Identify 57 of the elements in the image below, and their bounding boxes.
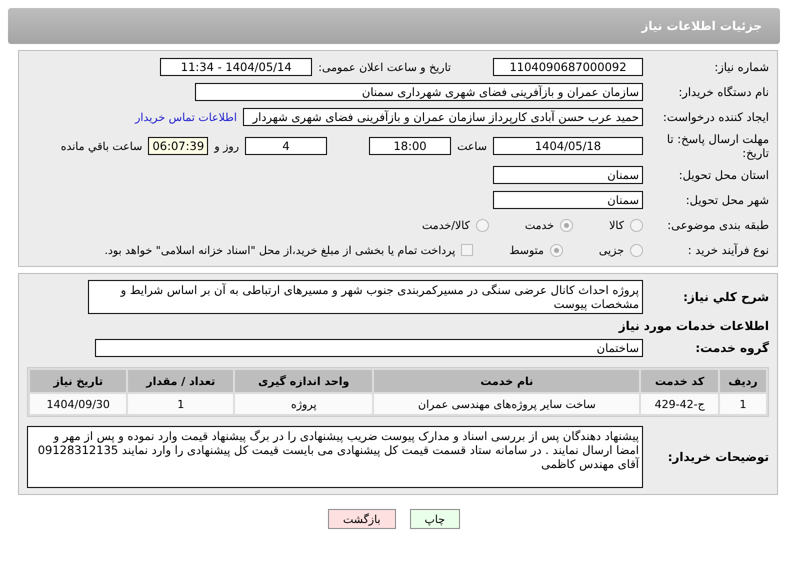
buyer-org-field: سازمان عمران و بازآفرینی فضای شهری شهرداری سمنان [195,83,643,101]
option-label: متوسط [509,244,544,256]
service-group-field: ساختمان [95,339,643,357]
field-label: تاریخ و ساعت اعلان عمومی: [318,60,451,74]
table-cell: پروژه [235,394,372,414]
column-header: تعداد / مقدار [128,370,234,392]
field-label: شهر محل تحویل: [684,193,769,207]
field-label: ساعت [457,140,487,152]
column-header: ردیف [720,370,766,392]
section-title: اطلاعات خدمات مورد نیاز [617,319,769,333]
announcement-field: 1404/05/14 - 11:34 [160,58,312,76]
province-field: سمنان [493,166,643,184]
description-field[interactable]: پروژه احداث کانال عرضی سنگی در مسیرکمربندی جنوب شهر و مسیرهای ارتباطی به آن بر اساس شرایط و مشخصات پیوست [88,280,643,314]
city-field: سمنان [493,191,643,209]
field-label: ایجاد کننده درخواست: [662,110,769,124]
field-label: نام دستگاه خریدار: [677,85,769,99]
radio-button[interactable] [630,244,643,256]
option-label: کالا/خدمت [422,218,470,232]
table-cell: 1 [128,394,234,414]
radio-button[interactable] [560,218,574,232]
field-label: توضیحات خریدار: [666,450,769,464]
field-label: مهلت ارسال پاسخ: تا تاریخ: [666,132,769,160]
field-label: شماره نیاز: [713,60,769,74]
option-label: کالا [609,218,624,232]
payment-note: پرداخت تمام یا بخشی از مبلغ خرید،از محل "اسناد خزانه اسلامی" خواهد بود. [104,244,456,256]
table-cell: ساخت سایر پروژه‌های مهندسی عمران [374,394,640,414]
column-header: نام خدمت [374,370,640,392]
column-header: تاریخ نیاز [30,370,126,392]
field-label: شرح کلي نياز: [682,290,769,304]
checkbox[interactable] [461,244,474,256]
table-cell: 1404/09/30 [30,394,126,414]
field-label: طبقه بندی موضوعی: [666,218,769,232]
field-label: نوع فرآیند خرید : [686,243,769,257]
field-label: ساعت باقي مانده [60,140,142,152]
requester-field: حمید عرب حسن آبادی کارپرداز سازمان عمران و بازآفرینی فضای شهری شهردار [243,108,643,126]
option-label: خدمت [524,218,554,232]
buyer-notes-field[interactable]: پیشنهاد دهندگان پس از بررسی اسناد و مدارک پیوست ضریب پیشنهادی را در برگ پیشنهاد قیمت وارد نموده و پس از مهر و امضا ارسال نمایند . در سامانه ستاد قسمت قیمت کل پیشنهادی می بایست قیمت کل پیشنهادی را وارد نمایند 09128312135 آقای مهندس کاظمی [27,426,643,488]
option-label: جزیی [598,244,624,256]
radio-button[interactable] [550,244,563,256]
radio-button[interactable] [630,218,643,232]
table-cell: ج-42-429 [641,394,718,414]
column-header: کد خدمت [641,370,718,392]
days-field: 4 [245,137,328,155]
radio-button[interactable] [476,218,489,232]
remaining-time-field: 06:07:39 [148,137,208,155]
page-title: جزئیات اطلاعات نیاز [8,8,780,44]
table-cell: 1 [720,394,766,414]
field-label: گروه خدمت: [694,341,769,355]
field-label: روز و [214,140,240,152]
need-number-field: 1104090687000092 [493,58,643,76]
column-header: واحد اندازه گیری [235,370,372,392]
field-label: استان محل تحویل: [678,168,769,182]
contact-link[interactable]: اطلاعات تماس خریدار [135,110,237,124]
deadline-date-field: 1404/05/18 [493,137,643,155]
deadline-time-field: 18:00 [369,137,452,155]
print-button[interactable]: چاپ [410,509,460,529]
back-button[interactable]: بازگشت [328,509,396,529]
